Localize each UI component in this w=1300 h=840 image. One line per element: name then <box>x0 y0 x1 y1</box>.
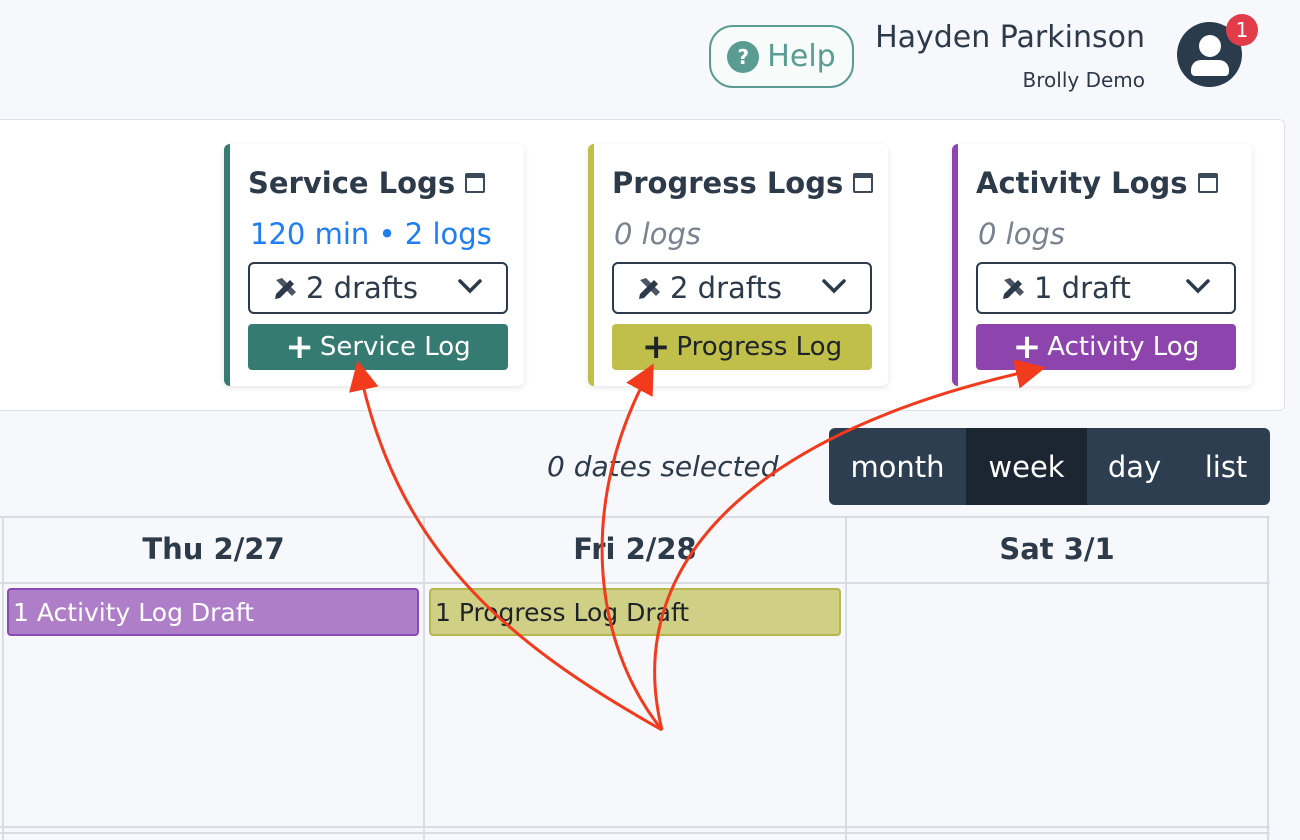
activity-log-draft-event[interactable]: 1 Activity Log Draft <box>7 588 419 636</box>
calendar-icon[interactable] <box>1197 173 1218 193</box>
pencil-ruler-icon <box>1003 278 1024 299</box>
plus-icon: + <box>1012 327 1042 367</box>
drafts-dropdown[interactable]: 1 draft <box>976 262 1236 314</box>
day-header-thu[interactable]: Thu 2/27 <box>4 516 423 582</box>
drafts-dropdown[interactable]: 2 drafts <box>248 262 508 314</box>
card-title: Progress Logs <box>612 166 844 200</box>
progress-logs-card: Progress Logs 0 logs 2 drafts + Progress… <box>588 144 888 386</box>
add-button-label: Activity Log <box>1047 332 1200 362</box>
card-stats[interactable]: 120 min • 2 logs <box>250 217 492 251</box>
help-button[interactable]: ? Help <box>709 25 854 88</box>
plus-icon: + <box>641 327 671 367</box>
service-logs-card: Service Logs 120 min • 2 logs 2 drafts +… <box>224 144 524 386</box>
calendar-view-switcher: month week day list <box>829 428 1270 505</box>
user-icon <box>1199 35 1221 57</box>
pencil-ruler-icon <box>639 278 660 299</box>
add-activity-log-button[interactable]: + Activity Log <box>976 324 1236 370</box>
card-title: Service Logs <box>248 166 456 200</box>
add-button-label: Progress Log <box>676 332 843 362</box>
view-week-button[interactable]: week <box>966 428 1087 505</box>
drafts-label: 2 drafts <box>670 271 782 305</box>
notification-badge[interactable]: 1 <box>1226 14 1258 46</box>
chevron-down-icon <box>1186 279 1210 294</box>
progress-log-draft-event[interactable]: 1 Progress Log Draft <box>429 588 841 636</box>
add-progress-log-button[interactable]: + Progress Log <box>612 324 872 370</box>
view-month-button[interactable]: month <box>829 428 966 505</box>
card-stats: 0 logs <box>978 217 1065 251</box>
pencil-ruler-icon <box>275 278 296 299</box>
chevron-down-icon <box>822 279 846 294</box>
plus-icon: + <box>285 327 314 367</box>
view-day-button[interactable]: day <box>1087 428 1182 505</box>
day-header-sat[interactable]: Sat 3/1 <box>847 516 1267 582</box>
add-button-label: Service Log <box>319 332 471 362</box>
view-list-button[interactable]: list <box>1182 428 1270 505</box>
card-stats: 0 logs <box>614 217 701 251</box>
help-label: Help <box>767 39 836 74</box>
day-header-fri[interactable]: Fri 2/28 <box>425 516 845 582</box>
card-title: Activity Logs <box>976 166 1188 200</box>
calendar-icon[interactable] <box>853 173 874 193</box>
dates-selected-text: 0 dates selected <box>547 450 779 483</box>
calendar-icon[interactable] <box>465 173 486 193</box>
drafts-label: 2 drafts <box>306 271 418 305</box>
drafts-dropdown[interactable]: 2 drafts <box>612 262 872 314</box>
user-organization: Brolly Demo <box>1022 68 1145 92</box>
chevron-down-icon <box>458 279 482 294</box>
add-service-log-button[interactable]: + Service Log <box>248 324 508 370</box>
drafts-label: 1 draft <box>1034 271 1131 305</box>
question-circle-icon: ? <box>727 40 760 73</box>
user-name: Hayden Parkinson <box>875 20 1145 55</box>
activity-logs-card: Activity Logs 0 logs 1 draft + Activity … <box>952 144 1252 386</box>
